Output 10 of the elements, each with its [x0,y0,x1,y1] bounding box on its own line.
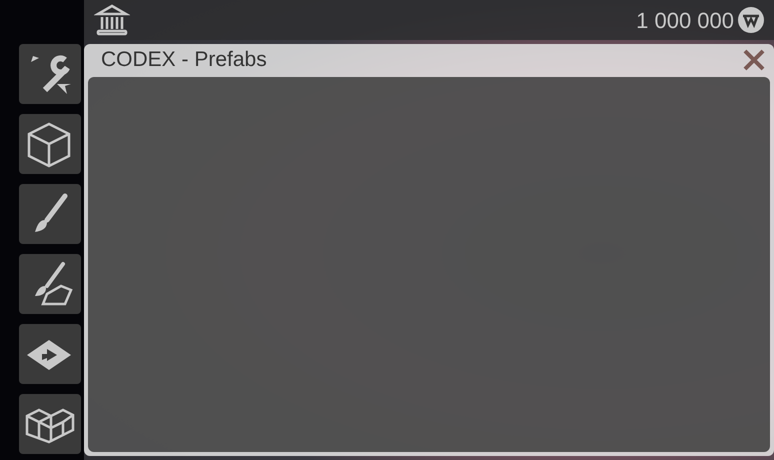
tool-button[interactable] [19,324,81,384]
tool-button[interactable] [19,44,81,104]
coin-icon [738,7,764,33]
bank-icon[interactable] [94,3,130,37]
tool-button[interactable] [19,394,81,454]
currency-amount: 1 000 000 [636,6,734,34]
tool-button[interactable] [19,114,81,174]
tool-button[interactable] [19,184,81,244]
window-title: CODEX - Prefabs [101,47,267,74]
tool-button[interactable] [19,254,81,314]
